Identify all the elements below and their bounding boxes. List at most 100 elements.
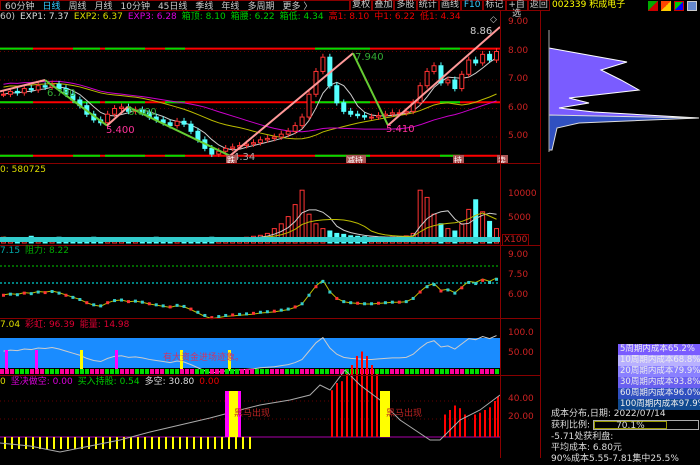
ind4-base-bar xyxy=(470,369,474,374)
candle-body xyxy=(355,113,361,117)
ind3-dot xyxy=(22,291,26,295)
ind4-base-bar xyxy=(445,369,449,374)
chip-legend-item[interactable]: 60周期内成本96.0% xyxy=(618,388,700,399)
ind4-base-bar xyxy=(110,369,114,374)
ind4-base-bar xyxy=(170,369,174,374)
ind3-line: 7.15 阻力: 8.22 xyxy=(0,246,74,257)
chip-legend: 5周期内成本65.2% 10周期内成本68.8% 20周期内成本79.9% 30… xyxy=(618,344,700,410)
ind4-base-bar xyxy=(10,369,14,374)
ind4-base-bar xyxy=(180,369,184,374)
ind4-base-bar xyxy=(285,369,289,374)
chip-legend-item[interactable]: 10周期内成本68.8% xyxy=(618,355,700,366)
ind3-dot xyxy=(446,288,450,292)
candle-body xyxy=(480,53,486,64)
ind4-base-bar xyxy=(130,369,134,374)
ind4-base-bar xyxy=(125,369,129,374)
ind3-dot xyxy=(474,282,478,286)
ind3-dot xyxy=(300,302,304,306)
ind3-dot xyxy=(272,309,276,313)
volume-bar xyxy=(473,199,479,244)
candle-body xyxy=(278,133,284,138)
ind5-note: 黑马出现 xyxy=(234,407,270,419)
chip-legend-item[interactable]: 5周期内成本65.2% xyxy=(618,344,700,355)
ind4-tick: 100.0 xyxy=(508,328,534,338)
ind4-base-bar xyxy=(495,369,499,374)
short-value: 坚决做空: 0.00 xyxy=(10,377,73,387)
ind3-dot xyxy=(57,291,61,295)
panel-divider xyxy=(0,245,540,246)
ind4-base-bar xyxy=(250,369,254,374)
ind3-dot xyxy=(140,300,144,304)
ind3-dot xyxy=(43,291,47,295)
ind4-base-bar xyxy=(290,369,294,374)
candle-body xyxy=(431,65,437,72)
candle-body xyxy=(306,93,312,118)
ind3-dot xyxy=(397,300,401,304)
zigzag-label: 6.780 xyxy=(47,88,76,99)
ind4-base-bar xyxy=(335,369,339,374)
candle-body xyxy=(459,73,465,90)
ind3-dot xyxy=(168,305,172,309)
ind3-dot xyxy=(36,290,40,294)
ind4-base-bar xyxy=(460,369,464,374)
ind5-note: 黑马出现 xyxy=(386,407,422,419)
ind4-base-bar xyxy=(395,369,399,374)
ind4-base-bar xyxy=(295,369,299,374)
ind3-dot xyxy=(286,307,290,311)
ind4-base-bar xyxy=(35,369,39,374)
ind4-base-bar xyxy=(330,369,334,374)
ind4-signal-bar xyxy=(5,350,8,370)
ind4-base-bar xyxy=(40,369,44,374)
ind4-base-bar xyxy=(300,369,304,374)
diamond-icon: ◇ xyxy=(490,15,497,25)
ind3-dot xyxy=(154,303,158,307)
candle-body xyxy=(375,115,381,118)
ind3-dot xyxy=(161,304,165,308)
ind3-dot xyxy=(189,307,193,311)
candle-body xyxy=(35,85,41,91)
ind4-base-bar xyxy=(255,369,259,374)
ind4-base-bar xyxy=(160,369,164,374)
panel-divider xyxy=(0,375,540,376)
ind3-dot xyxy=(279,308,283,312)
ind3-dot xyxy=(411,296,415,300)
ind3-dot xyxy=(251,311,255,315)
ind4-base-bar xyxy=(430,369,434,374)
ind4-line: 7.04 彩虹: 96.39 能量: 14.98 xyxy=(0,320,134,331)
candle-body xyxy=(112,108,118,115)
ind3-dot xyxy=(50,290,54,294)
kline-chart[interactable]: 6.7805.4006.0604.347.9405.4108.86◇跌 减持持卖有… xyxy=(0,0,700,458)
ind4-base-bar xyxy=(260,369,264,374)
candle-body xyxy=(445,79,451,84)
ind3-dot xyxy=(495,277,499,281)
ind4-base-bar xyxy=(325,369,329,374)
ind4-base-bar xyxy=(390,369,394,374)
ind4-base-bar xyxy=(235,369,239,374)
candle-body xyxy=(21,88,27,94)
ind4-base-bar xyxy=(100,369,104,374)
ind5-extra-value: 0.00 xyxy=(199,377,220,387)
ind4-base-bar xyxy=(50,369,54,374)
ind3-dot xyxy=(349,301,353,305)
ind4-base-bar xyxy=(200,369,204,374)
ind3-dot xyxy=(64,293,68,297)
candle-body xyxy=(119,106,125,109)
ind3-dot xyxy=(258,310,262,314)
ind4-base-bar xyxy=(140,369,144,374)
ind3-dot xyxy=(453,291,457,295)
candle-body xyxy=(28,88,34,91)
candle-body xyxy=(167,122,173,127)
ind4-base-bar xyxy=(25,369,29,374)
ind4-base-bar xyxy=(145,369,149,374)
price-tick: 6.00 xyxy=(508,103,529,113)
ind4-base-bar xyxy=(435,369,439,374)
ind3-dot xyxy=(120,298,124,302)
ind3-dot xyxy=(293,305,297,309)
chip-legend-item[interactable]: 30周期内成本93.8% xyxy=(618,377,700,388)
chip-legend-item[interactable]: 20周期内成本79.9% xyxy=(618,366,700,377)
ind4-tick: 50.00 xyxy=(508,348,534,358)
candle-body xyxy=(264,137,270,141)
ind3-dot xyxy=(224,313,228,317)
cost-date: 成本分布,日期: 2022/07/14 xyxy=(551,409,666,419)
ind3-dot xyxy=(113,299,117,303)
